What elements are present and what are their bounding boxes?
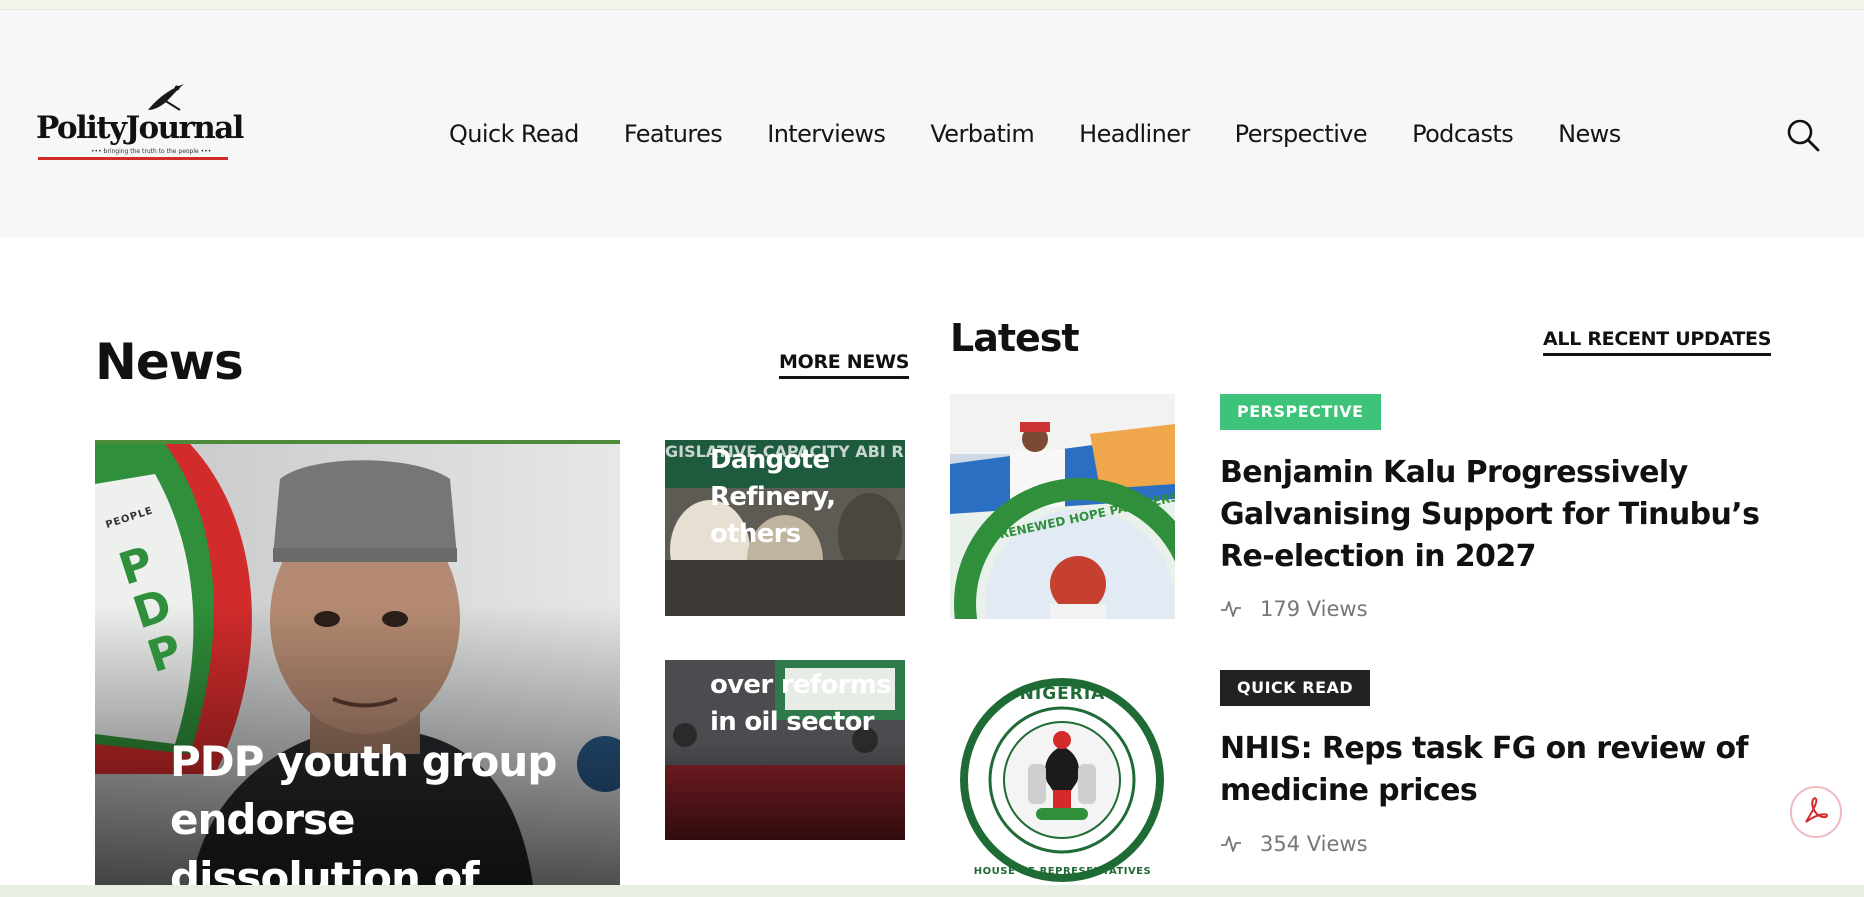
latest-item-2-thumbnail[interactable]: NIGERIA HOUSE OF REPRESENTATIVES xyxy=(950,668,1175,893)
news-card-2-title[interactable]: over reforms in oil sector xyxy=(710,667,900,741)
latest-item-1-category[interactable]: PERSPECTIVE xyxy=(1220,394,1381,430)
latest-item-2-category-label: QUICK READ xyxy=(1237,678,1354,697)
all-recent-updates-link[interactable]: ALL RECENT UPDATES xyxy=(1543,328,1771,356)
news-section-title: News xyxy=(95,333,244,391)
nav-news[interactable]: News xyxy=(1558,120,1621,148)
latest-item-1-category-label: PERSPECTIVE xyxy=(1237,402,1364,421)
latest-item-1-thumbnail[interactable]: RENEWED HOPE PARTNERS xyxy=(950,394,1175,619)
more-news-link[interactable]: MORE NEWS xyxy=(779,351,909,379)
latest-item-2-category[interactable]: QUICK READ xyxy=(1220,670,1371,706)
latest-item-2-title[interactable]: NHIS: Reps task FG on review of medicine… xyxy=(1220,728,1760,812)
pdf-button[interactable] xyxy=(1790,786,1842,838)
latest-section-title: Latest xyxy=(950,316,1080,360)
activity-icon xyxy=(1221,836,1241,852)
search-icon[interactable] xyxy=(1786,118,1820,152)
news-card-1[interactable]: GISLATIVE CAPACITY ABI RESENTATIVE Dango… xyxy=(665,440,905,616)
logo-underline xyxy=(38,157,228,160)
latest-item-2-views-count: 354 Views xyxy=(1260,832,1368,856)
news-card-1-title[interactable]: Dangote Refinery, others xyxy=(710,442,900,553)
hero-news-card[interactable]: PEOPLE PDP PDP youth group endorse disso… xyxy=(95,440,620,897)
nav-perspective[interactable]: Perspective xyxy=(1235,120,1368,148)
latest-item-2-views: 354 Views xyxy=(1220,829,1368,859)
nav-quick-read[interactable]: Quick Read xyxy=(449,120,579,148)
nav-headliner[interactable]: Headliner xyxy=(1079,120,1190,148)
latest-item-1-title[interactable]: Benjamin Kalu Progressively Galvanising … xyxy=(1220,452,1760,578)
nav-verbatim[interactable]: Verbatim xyxy=(930,120,1034,148)
nav-features[interactable]: Features xyxy=(624,120,723,148)
pdf-icon xyxy=(1805,797,1828,823)
seal-title-text: NIGERIA xyxy=(1019,684,1106,704)
logo-wordmark: PolityJournal xyxy=(36,110,244,146)
activity-icon xyxy=(1221,601,1241,617)
main-nav: Quick Read Features Interviews Verbatim … xyxy=(449,116,1621,152)
nav-interviews[interactable]: Interviews xyxy=(767,120,886,148)
bottom-strip xyxy=(0,885,1864,897)
nav-podcasts[interactable]: Podcasts xyxy=(1412,120,1514,148)
site-header: PolityJournal ••• bringing the truth to … xyxy=(0,10,1864,237)
latest-item-1-views: 179 Views xyxy=(1220,594,1368,624)
seal-ring-text: HOUSE OF REPRESENTATIVES xyxy=(973,866,1152,877)
news-card-2[interactable]: over reforms in oil sector xyxy=(665,660,905,840)
hero-headline[interactable]: PDP youth group endorse dissolution of xyxy=(170,733,570,897)
site-logo[interactable]: PolityJournal ••• bringing the truth to … xyxy=(36,80,244,164)
logo-tagline: ••• bringing the truth to the people ••• xyxy=(91,148,212,155)
top-strip xyxy=(0,0,1864,10)
latest-item-1-views-count: 179 Views xyxy=(1260,597,1368,621)
